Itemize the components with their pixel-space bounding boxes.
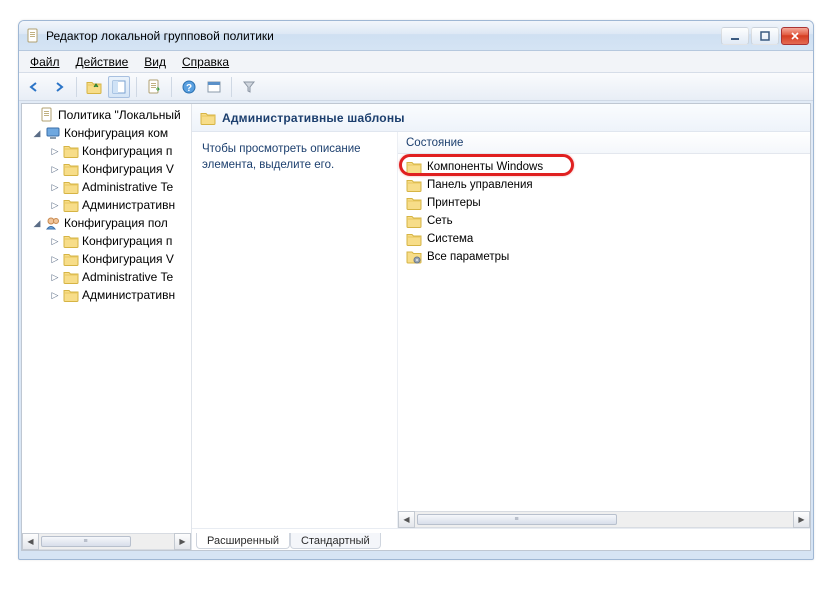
menubar: Файл Действие Вид Справка — [19, 51, 813, 73]
expander-icon[interactable]: ▷ — [50, 200, 60, 211]
tree-item[interactable]: ▷ Административн — [22, 286, 191, 304]
tree-item[interactable]: ▷ Administrative Te — [22, 178, 191, 196]
export-button[interactable] — [143, 76, 165, 98]
tree-label: Конфигурация п — [82, 144, 172, 158]
scroll-right-icon[interactable]: ▶ — [174, 533, 191, 550]
up-button[interactable] — [83, 76, 105, 98]
tree-label: Конфигурация п — [82, 234, 172, 248]
expander-icon[interactable]: ▷ — [50, 290, 60, 301]
list-item[interactable]: Все параметры — [398, 248, 810, 266]
window: Редактор локальной групповой политики Фа… — [18, 20, 814, 560]
description-pane: Чтобы просмотреть описание элемента, выд… — [192, 132, 397, 528]
tree-item[interactable]: ▷ Конфигурация V — [22, 250, 191, 268]
list-item[interactable]: Панель управления — [398, 176, 810, 194]
content-heading: Административные шаблоны — [192, 104, 810, 132]
list-label: Система — [427, 233, 473, 245]
column-header[interactable]: Состояние — [398, 132, 810, 154]
forward-button[interactable] — [48, 76, 70, 98]
tab-standard[interactable]: Стандартный — [290, 533, 381, 549]
tree-item[interactable]: ▷ Административн — [22, 196, 191, 214]
back-button[interactable] — [23, 76, 45, 98]
expander-icon[interactable]: ▷ — [50, 254, 60, 265]
scroll-left-icon[interactable]: ◀ — [22, 533, 39, 550]
list-label: Панель управления — [427, 179, 533, 191]
tree-label: Административн — [82, 288, 175, 302]
tree-item[interactable]: ▷ Конфигурация V — [22, 160, 191, 178]
filter-button[interactable] — [238, 76, 260, 98]
view-tabs: Расширенный Стандартный — [192, 528, 810, 550]
tree-item[interactable]: ▷ Конфигурация п — [22, 232, 191, 250]
list-hscrollbar[interactable]: ◀ ≡ ▶ — [398, 511, 810, 528]
tree-computer-config[interactable]: ◢ Конфигурация ком — [22, 124, 191, 142]
svg-text:?: ? — [186, 83, 192, 94]
tree-user-config[interactable]: ◢ Конфигурация пол — [22, 214, 191, 232]
description-text: Чтобы просмотреть описание элемента, выд… — [202, 143, 361, 171]
folder-icon — [200, 110, 216, 126]
app-icon — [25, 28, 41, 44]
expander-icon[interactable]: ▷ — [50, 164, 60, 175]
window-title: Редактор локальной групповой политики — [46, 29, 721, 43]
tree-item[interactable]: ▷ Administrative Te — [22, 268, 191, 286]
list-item[interactable]: Сеть — [398, 212, 810, 230]
titlebar[interactable]: Редактор локальной групповой политики — [19, 21, 813, 51]
maximize-button[interactable] — [751, 27, 779, 45]
tree-label: Политика "Локальный — [58, 108, 181, 122]
tree-label: Конфигурация пол — [64, 216, 168, 230]
expander-icon[interactable]: ▷ — [50, 272, 60, 283]
show-tree-button[interactable] — [108, 76, 130, 98]
tree-label: Административн — [82, 198, 175, 212]
list-item[interactable]: Система — [398, 230, 810, 248]
scroll-right-icon[interactable]: ▶ — [793, 511, 810, 528]
list-item[interactable]: Компоненты Windows — [398, 158, 810, 176]
menu-file[interactable]: Файл — [23, 53, 67, 71]
list-label: Принтеры — [427, 197, 481, 209]
list-rows: Компоненты Windows Панель управления При… — [398, 154, 810, 511]
menu-help[interactable]: Справка — [175, 53, 236, 71]
scroll-thumb[interactable]: ≡ — [417, 514, 617, 525]
tree-label: Конфигурация V — [82, 162, 174, 176]
menu-view[interactable]: Вид — [137, 53, 173, 71]
tree-panel: Политика "Локальный ◢ Конфигурация ком ▷… — [22, 104, 192, 550]
list-label: Все параметры — [427, 251, 509, 263]
expander-icon[interactable]: ▷ — [50, 146, 60, 157]
expander-icon[interactable]: ◢ — [32, 128, 42, 139]
tree-label: Administrative Te — [82, 180, 173, 194]
properties-button[interactable] — [203, 76, 225, 98]
expander-icon[interactable]: ◢ — [32, 218, 42, 229]
menu-action[interactable]: Действие — [69, 53, 136, 71]
tree-label: Конфигурация ком — [64, 126, 168, 140]
tree-root[interactable]: Политика "Локальный — [22, 106, 191, 124]
list-pane: Состояние Компоненты Windows Панель упра… — [397, 132, 810, 528]
help-button[interactable]: ? — [178, 76, 200, 98]
scroll-left-icon[interactable]: ◀ — [398, 511, 415, 528]
tree-hscrollbar[interactable]: ◀ ≡ ▶ — [22, 533, 191, 550]
content-panel: Административные шаблоны Чтобы просмотре… — [192, 104, 810, 550]
list-label: Сеть — [427, 215, 453, 227]
list-label: Компоненты Windows — [427, 161, 543, 173]
scroll-track[interactable]: ≡ — [39, 533, 174, 550]
tree-label: Конфигурация V — [82, 252, 174, 266]
minimize-button[interactable] — [721, 27, 749, 45]
tree-label: Administrative Te — [82, 270, 173, 284]
tree-item[interactable]: ▷ Конфигурация п — [22, 142, 191, 160]
client-area: Политика "Локальный ◢ Конфигурация ком ▷… — [21, 103, 811, 551]
close-button[interactable] — [781, 27, 809, 45]
expander-icon[interactable]: ▷ — [50, 236, 60, 247]
toolbar: ? — [19, 73, 813, 101]
heading-text: Административные шаблоны — [222, 111, 405, 125]
scroll-thumb[interactable]: ≡ — [41, 536, 131, 547]
tree[interactable]: Политика "Локальный ◢ Конфигурация ком ▷… — [22, 104, 191, 533]
list-item[interactable]: Принтеры — [398, 194, 810, 212]
tab-extended[interactable]: Расширенный — [196, 533, 290, 549]
expander-icon[interactable]: ▷ — [50, 182, 60, 193]
scroll-track[interactable]: ≡ — [415, 511, 793, 528]
